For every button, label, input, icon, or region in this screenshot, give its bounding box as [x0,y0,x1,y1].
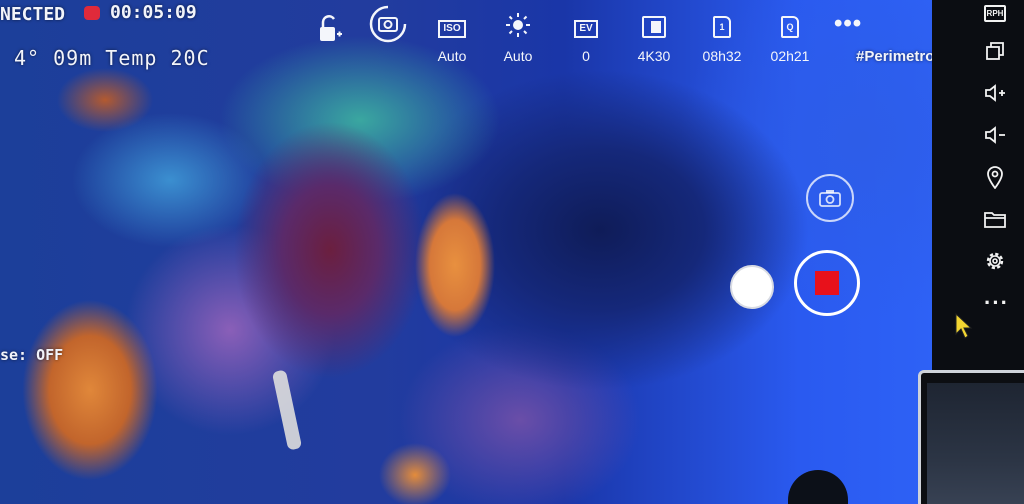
ev-label: EV [574,20,598,38]
stop-record-icon [815,271,839,295]
switch-camera-button[interactable] [806,174,854,222]
volume-up-icon [985,84,1005,102]
connection-status: NECTED [0,4,66,25]
sd-card-icon: Q [762,0,818,44]
monitor-screen [927,383,1024,504]
volume-up-button[interactable] [982,80,1008,106]
auto-rotate-button[interactable] [360,0,416,44]
record-button[interactable] [794,250,860,316]
fish-in-frame [271,369,303,451]
quality-storage-setting[interactable]: Q 02h21 [762,0,818,64]
storage-card-label: 1 [713,16,731,38]
watermark-label: #Perimetros [856,48,943,65]
settings-button[interactable] [982,248,1008,274]
recording-indicator-icon [84,6,100,20]
depth-temperature-readout: 4° 09m Temp 20C [14,46,210,70]
gear-icon [986,252,1004,270]
sd-card-icon: 1 [694,0,750,44]
window-icon [986,42,1004,60]
volume-down-icon [985,126,1005,144]
window-button[interactable] [982,38,1008,64]
iso-label: ISO [438,20,466,38]
recording-timer: 00:05:09 [110,2,197,23]
rph-button[interactable]: RPH [982,0,1008,26]
photo-shutter-button[interactable] [730,265,774,309]
storage-time-value: 08h32 [702,48,742,64]
camera-app: NECTED 00:05:09 4° 09m Temp 20C se: OFF … [0,0,1024,504]
brightness-icon [490,0,546,44]
switch-camera-icon [819,190,841,207]
exposure-value: Auto [503,48,533,64]
resolution-icon [626,0,682,44]
resolution-value: 4K30 [637,48,671,64]
iso-setting[interactable]: ISO Auto [424,0,480,64]
rph-label: RPH [983,4,1007,22]
folder-icon [984,212,1006,228]
exposure-setting[interactable]: Auto [490,0,546,64]
mouse-cursor-icon [955,312,973,339]
location-button[interactable] [982,164,1008,190]
resolution-setting[interactable]: 4K30 [626,0,682,64]
q-time-value: 02h21 [770,48,810,64]
storage-setting[interactable]: 1 08h32 [694,0,750,64]
auto-rotate-icon [360,0,416,44]
folder-button[interactable] [982,206,1008,232]
more-icon[interactable]: ••• [834,10,862,38]
lock-button[interactable] [302,0,358,44]
more-icon[interactable]: ··· [984,290,1009,316]
location-icon [987,166,1003,189]
ev-setting[interactable]: EV 0 [558,0,614,64]
pulse-status: se: OFF [0,346,64,364]
lock-icon [302,0,358,44]
q-card-label: Q [781,16,799,38]
secondary-monitor [918,370,1024,504]
ev-value: 0 [582,48,590,64]
camera-settings-bar: ISO Auto Auto EV 0 4K30 1 08h32 Q 02h21 [300,0,840,84]
iso-value: Auto [437,48,467,64]
volume-down-button[interactable] [982,122,1008,148]
